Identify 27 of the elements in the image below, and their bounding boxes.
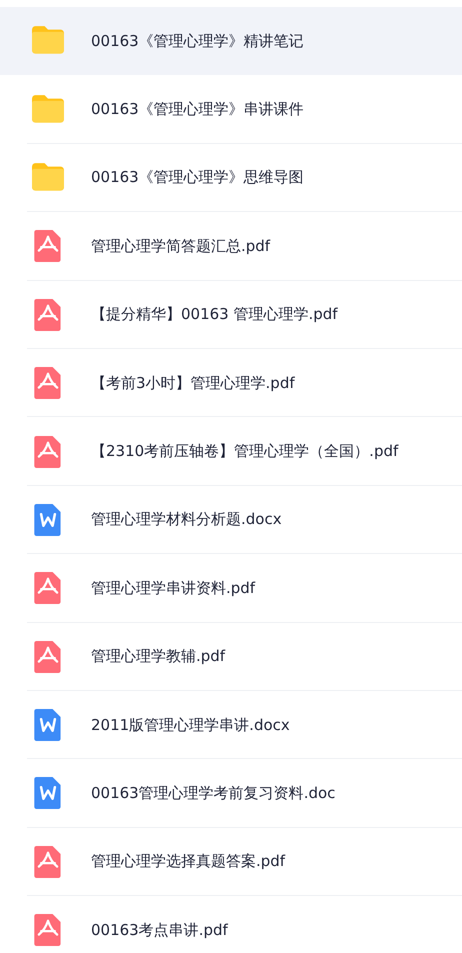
file-row[interactable]: 00163《管理心理学》串讲课件 [0, 75, 462, 144]
file-row[interactable]: 00163管理心理学考前复习资料.doc [0, 759, 462, 828]
file-row[interactable]: 管理心理学选择真题答案.pdf [0, 828, 462, 896]
file-name: 00163《管理心理学》思维导图 [91, 168, 304, 188]
file-name: 【考前3小时】管理心理学.pdf [91, 374, 295, 393]
file-name: 管理心理学简答题汇总.pdf [91, 236, 270, 256]
file-name: 管理心理学选择真题答案.pdf [91, 852, 286, 872]
file-name: 管理心理学教辅.pdf [91, 647, 226, 666]
file-name: 00163考点串讲.pdf [91, 920, 228, 940]
file-name: 管理心理学材料分析题.docx [91, 510, 282, 530]
file-row[interactable]: 管理心理学材料分析题.docx [0, 486, 462, 554]
file-name: 【提分精华】00163 管理心理学.pdf [91, 305, 338, 324]
file-name: 00163管理心理学考前复习资料.doc [91, 784, 336, 803]
file-row[interactable]: 管理心理学教辅.pdf [0, 622, 462, 691]
file-name: 管理心理学串讲资料.pdf [91, 578, 256, 598]
file-row[interactable]: 【2310考前压轴卷】管理心理学（全国）.pdf [0, 417, 462, 486]
file-row[interactable]: 管理心理学串讲资料.pdf [0, 554, 462, 623]
file-row[interactable]: 2011版管理心理学串讲.docx [0, 690, 462, 760]
file-row[interactable]: 【提分精华】00163 管理心理学.pdf [0, 280, 462, 349]
file-row[interactable]: 管理心理学简答题汇总.pdf [0, 212, 462, 281]
file-name: 2011版管理心理学串讲.docx [91, 716, 290, 735]
file-name: 00163《管理心理学》串讲课件 [91, 100, 304, 120]
file-name: 【2310考前压轴卷】管理心理学（全国）.pdf [91, 442, 398, 462]
file-name: 00163《管理心理学》精讲笔记 [91, 32, 304, 51]
file-row[interactable]: 00163《管理心理学》思维导图 [0, 144, 462, 212]
file-row[interactable]: 【考前3小时】管理心理学.pdf [0, 348, 462, 418]
file-row[interactable]: 00163《管理心理学》精讲笔记 [0, 7, 462, 76]
